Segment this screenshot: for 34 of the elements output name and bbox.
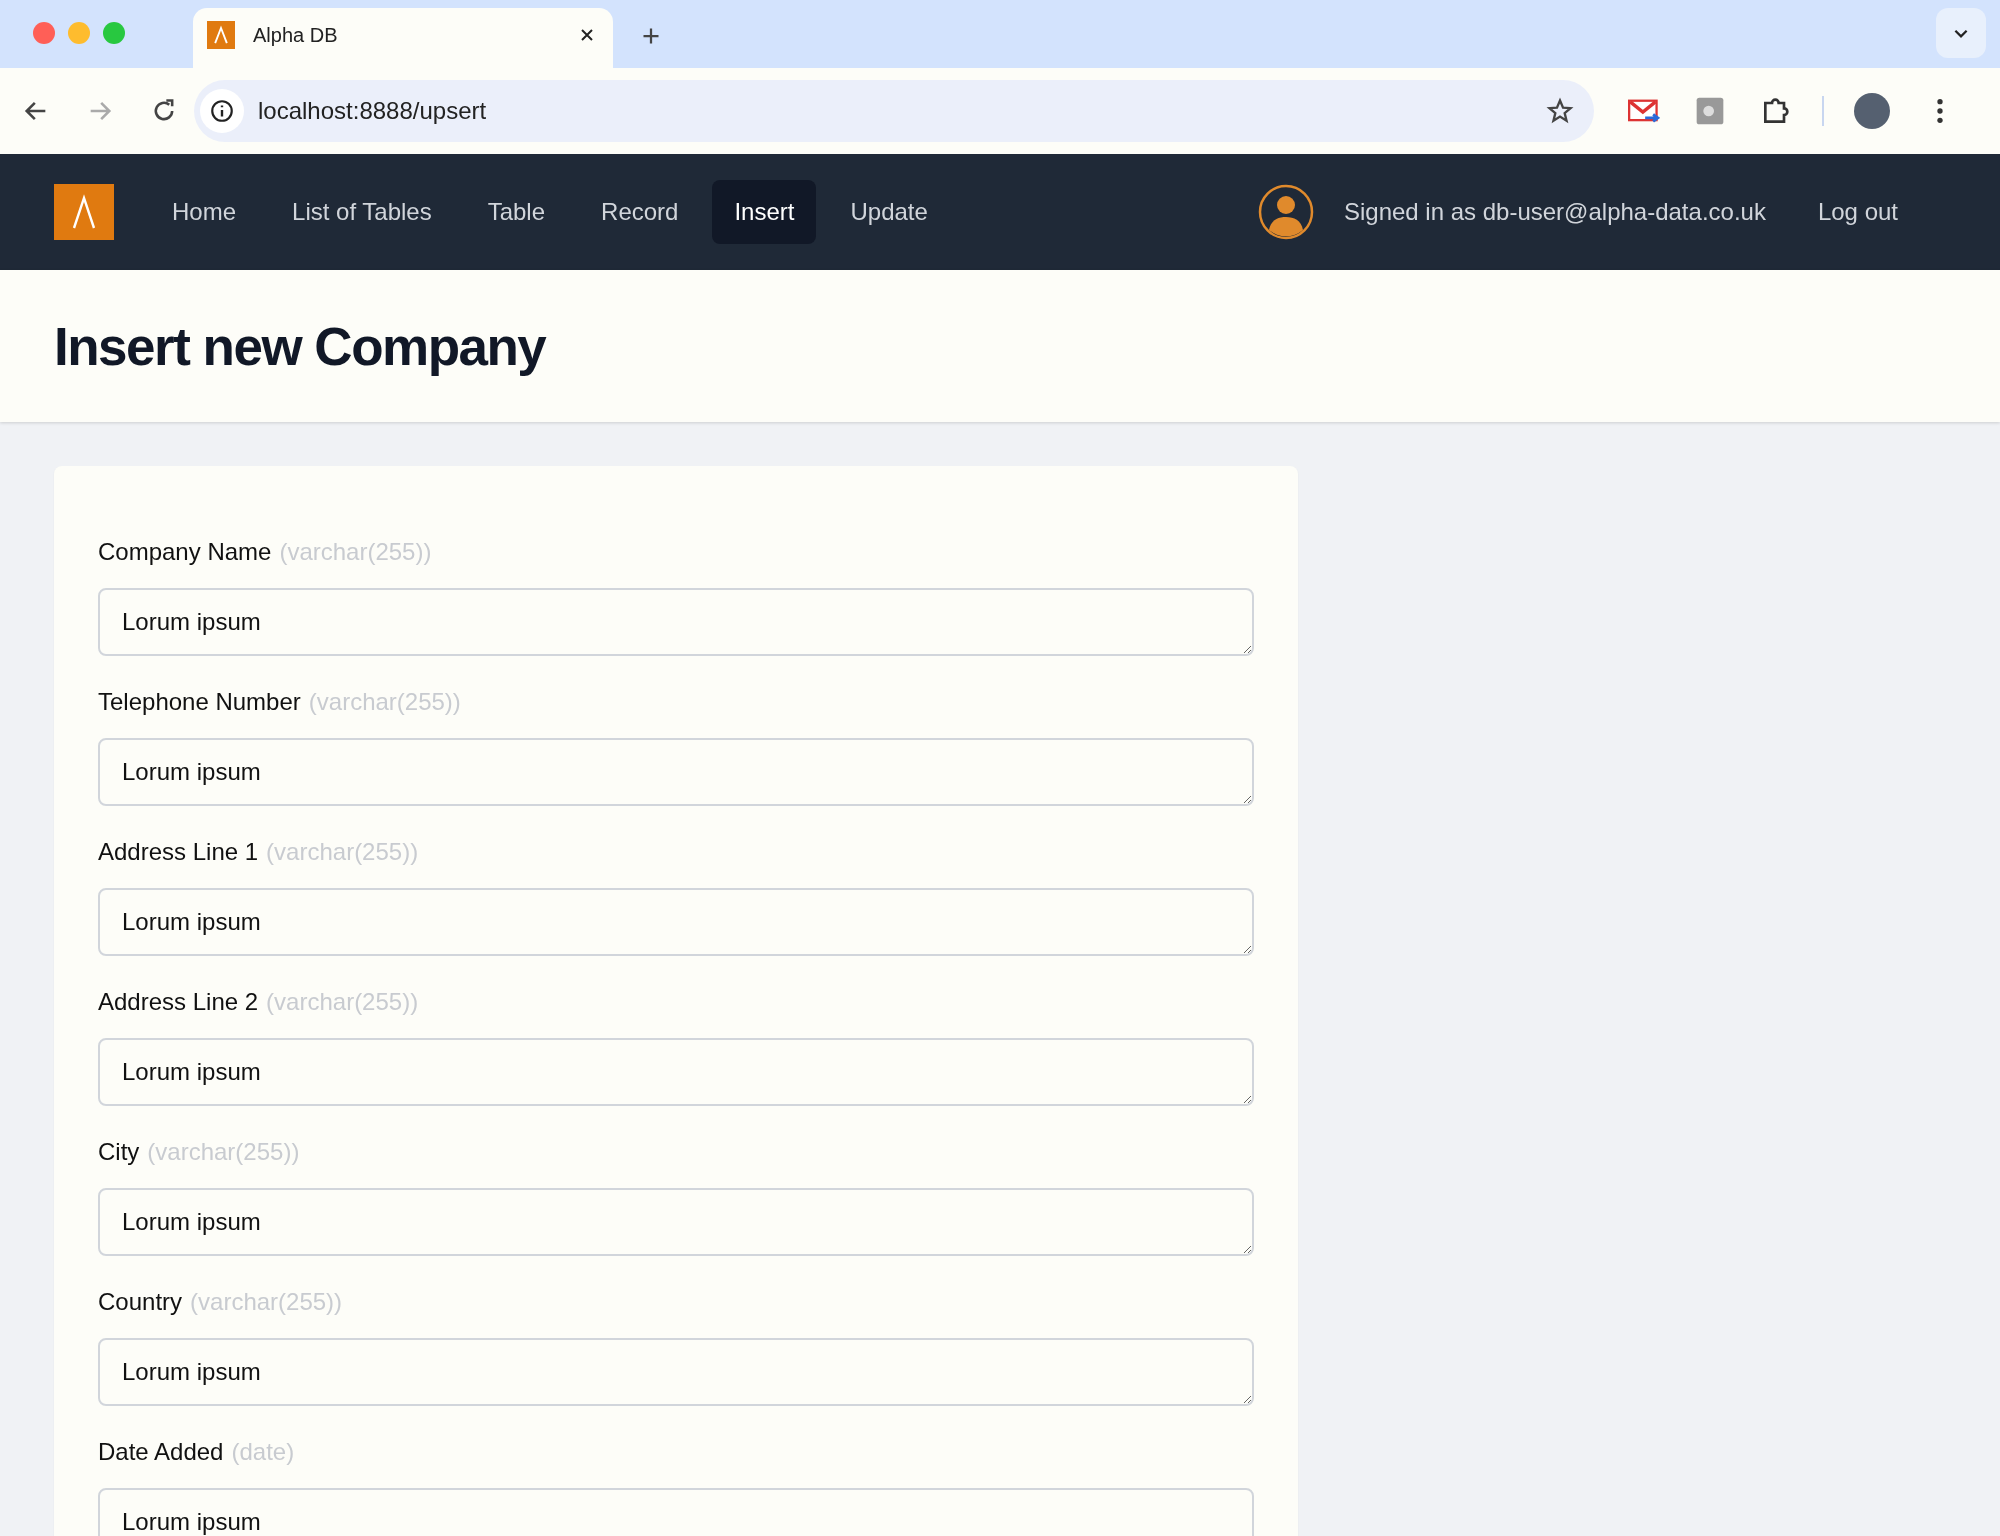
field-label: Date Added <box>98 1438 224 1466</box>
input-field[interactable]: Lorum ipsum <box>98 1488 1254 1536</box>
bookmark-star-icon[interactable] <box>1546 97 1574 125</box>
new-tab-icon[interactable] <box>641 26 661 46</box>
input-field[interactable]: Lorum ipsum <box>98 1038 1254 1106</box>
nav-link[interactable]: List of Tables <box>270 180 454 244</box>
logout-link[interactable]: Log out <box>1795 180 1920 244</box>
browser-tab[interactable]: Alpha DB <box>193 8 613 68</box>
extension-icon[interactable] <box>1694 95 1726 127</box>
logo-icon <box>207 21 235 49</box>
profile-avatar[interactable] <box>1854 93 1890 129</box>
input-field[interactable]: Lorum ipsum <box>98 888 1254 956</box>
input-field[interactable]: Lorum ipsum <box>98 738 1254 806</box>
field-label: Address Line 1 <box>98 838 259 866</box>
info-icon[interactable] <box>200 89 244 133</box>
nav-link[interactable]: Update <box>828 180 950 244</box>
field-label: Telephone Number <box>98 688 301 716</box>
field-label: Company Name <box>98 538 272 566</box>
field-label: Address Line 2 <box>98 988 259 1016</box>
address-bar[interactable]: localhost:8888/upsert <box>194 80 1594 142</box>
field-label: City <box>98 1138 140 1166</box>
close-icon[interactable] <box>579 27 595 43</box>
nav-link[interactable]: Record <box>579 180 701 244</box>
nav-link[interactable]: Home <box>150 180 259 244</box>
page-title: Insert new Company <box>54 315 546 377</box>
field-label: Country <box>98 1288 183 1316</box>
input-field[interactable]: Lorum ipsum <box>98 1188 1254 1256</box>
user-avatar-icon <box>1257 184 1314 240</box>
nav-link[interactable]: Insert <box>712 180 817 244</box>
input-field[interactable]: Lorum ipsum <box>98 1338 1254 1406</box>
input-field[interactable]: Lorum ipsum <box>98 588 1254 656</box>
signed-in-text: Signed in as db-user@alpha-data.co.uk <box>1343 198 1766 226</box>
nav-link[interactable]: Table <box>465 180 568 244</box>
logo-icon[interactable] <box>54 184 114 240</box>
